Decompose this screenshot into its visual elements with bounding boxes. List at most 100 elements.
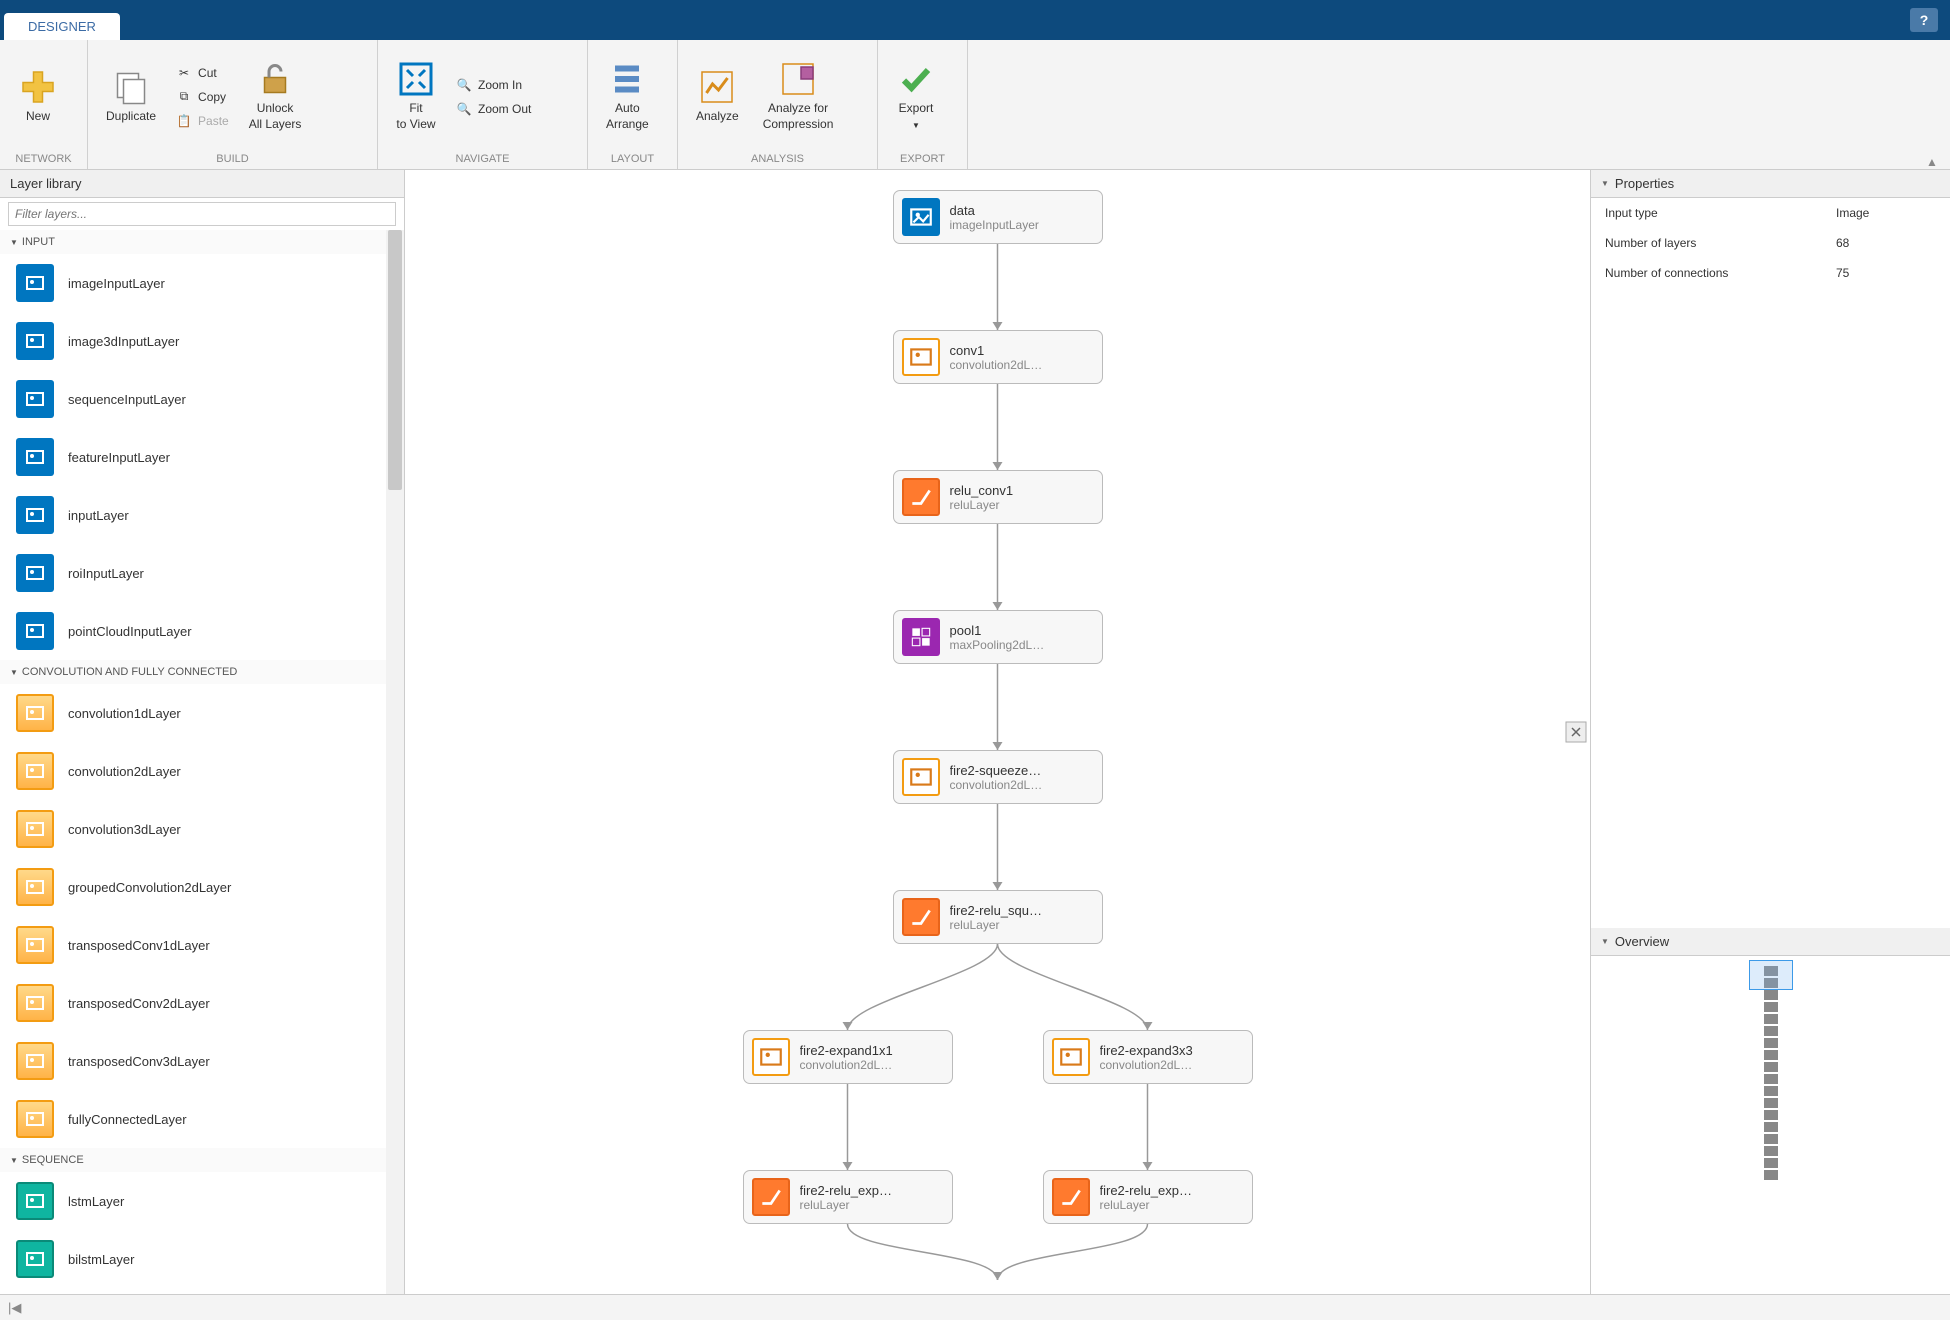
layer-icon xyxy=(16,752,54,790)
duplicate-button[interactable]: Duplicate xyxy=(96,65,166,129)
layer-library-panel: Layer library INPUTimageInputLayerimage3… xyxy=(0,170,405,1294)
scissors-icon: ✂ xyxy=(176,65,192,81)
layer-item[interactable]: convolution2dLayer xyxy=(0,742,404,800)
layer-icon xyxy=(16,554,54,592)
status-rewind-icon[interactable]: |◀ xyxy=(8,1300,21,1316)
properties-header[interactable]: Properties xyxy=(1591,170,1950,198)
layer-item[interactable]: sequenceInputLayer xyxy=(0,370,404,428)
layer-item-label: convolution1dLayer xyxy=(68,706,181,721)
check-icon xyxy=(898,61,934,97)
graph-node[interactable]: dataimageInputLayer xyxy=(893,190,1103,244)
copy-button[interactable]: ⧉ Copy xyxy=(170,86,235,108)
graph-node[interactable]: conv1convolution2dL… xyxy=(893,330,1103,384)
layer-icon xyxy=(16,868,54,906)
node-subtitle: convolution2dL… xyxy=(800,1058,893,1072)
layer-item[interactable]: featureInputLayer xyxy=(0,428,404,486)
graph-node[interactable]: fire2-expand3x3convolution2dL… xyxy=(1043,1030,1253,1084)
layer-item[interactable]: image3dInputLayer xyxy=(0,312,404,370)
layer-item[interactable]: bilstmLayer xyxy=(0,1230,404,1288)
graph-node[interactable]: fire2-relu_exp…reluLayer xyxy=(1043,1170,1253,1224)
graph-node[interactable]: fire2-expand1x1convolution2dL… xyxy=(743,1030,953,1084)
properties-body: Input typeImageNumber of layers68Number … xyxy=(1591,198,1950,928)
layer-icon xyxy=(16,1100,54,1138)
panel-expand-handle[interactable] xyxy=(1564,720,1588,744)
cut-button[interactable]: ✂ Cut xyxy=(170,62,235,84)
layer-item[interactable]: inputLayer xyxy=(0,486,404,544)
unlock-button[interactable]: Unlock All Layers xyxy=(239,57,312,136)
scrollbar-thumb[interactable] xyxy=(388,230,402,490)
property-row: Number of layers68 xyxy=(1591,228,1950,258)
layer-item-label: bilstmLayer xyxy=(68,1252,134,1267)
auto-arrange-button[interactable]: Auto Arrange xyxy=(596,57,659,136)
property-label: Number of layers xyxy=(1605,236,1836,250)
node-title: fire2-expand3x3 xyxy=(1100,1043,1193,1058)
layer-item-label: imageInputLayer xyxy=(68,276,165,291)
duplicate-icon xyxy=(113,69,149,105)
node-subtitle: reluLayer xyxy=(950,498,1014,512)
paste-button[interactable]: 📋 Paste xyxy=(170,110,235,132)
layer-section-header[interactable]: INPUT xyxy=(0,230,404,254)
layer-icon xyxy=(16,694,54,732)
node-title: relu_conv1 xyxy=(950,483,1014,498)
layer-item[interactable]: fullyConnectedLayer xyxy=(0,1090,404,1148)
tab-designer[interactable]: DESIGNER xyxy=(4,13,120,40)
fit-view-button[interactable]: Fit to View xyxy=(386,57,446,136)
relu-icon xyxy=(902,898,940,936)
network-canvas[interactable]: dataimageInputLayer conv1convolution2dL… r… xyxy=(405,170,1590,1294)
node-title: fire2-expand1x1 xyxy=(800,1043,893,1058)
analyze-button[interactable]: Analyze xyxy=(686,65,749,129)
filter-layers-input[interactable] xyxy=(8,202,396,226)
layer-item[interactable]: transposedConv3dLayer xyxy=(0,1032,404,1090)
conv-icon xyxy=(902,758,940,796)
relu-icon xyxy=(752,1178,790,1216)
node-title: fire2-squeeze… xyxy=(950,763,1043,778)
pool-icon xyxy=(902,618,940,656)
property-row: Input typeImage xyxy=(1591,198,1950,228)
layer-item-label: groupedConvolution2dLayer xyxy=(68,880,231,895)
relu-icon xyxy=(902,478,940,516)
layer-item[interactable]: pointCloudInputLayer xyxy=(0,602,404,660)
node-title: pool1 xyxy=(950,623,1045,638)
export-button[interactable]: Export▼ xyxy=(886,57,946,136)
analyze-compression-button[interactable]: Analyze for Compression xyxy=(753,57,844,136)
graph-node[interactable]: pool1maxPooling2dL… xyxy=(893,610,1103,664)
overview-body[interactable] xyxy=(1591,956,1950,1294)
graph-node[interactable]: fire2-squeeze…convolution2dL… xyxy=(893,750,1103,804)
zoom-in-button[interactable]: 🔍 Zoom In xyxy=(450,74,537,96)
ribbon-collapse-button[interactable]: ▲ xyxy=(1926,155,1942,167)
overview-minimap[interactable] xyxy=(1751,966,1791,1182)
scrollbar[interactable] xyxy=(386,230,404,1294)
new-button[interactable]: New xyxy=(8,65,68,129)
copy-icon: ⧉ xyxy=(176,89,192,105)
layer-item[interactable]: convolution1dLayer xyxy=(0,684,404,742)
layer-list[interactable]: INPUT imageInputLayer image3dInputLayerseq… xyxy=(0,230,404,1294)
layer-item[interactable]: convolution3dLayer xyxy=(0,800,404,858)
layer-icon xyxy=(16,496,54,534)
graph-node[interactable]: fire2-relu_exp…reluLayer xyxy=(743,1170,953,1224)
layer-item[interactable]: lstmLayer xyxy=(0,1172,404,1230)
layer-icon xyxy=(16,438,54,476)
analyze-compression-icon xyxy=(780,61,816,97)
properties-panel: Properties Input typeImageNumber of laye… xyxy=(1590,170,1950,1294)
graph-node[interactable]: fire2-relu_squ…reluLayer xyxy=(893,890,1103,944)
layer-item[interactable]: transposedConv1dLayer xyxy=(0,916,404,974)
node-subtitle: convolution2dL… xyxy=(950,778,1043,792)
layer-icon xyxy=(16,264,54,302)
layer-item[interactable]: groupedConvolution2dLayer xyxy=(0,858,404,916)
help-button[interactable]: ? xyxy=(1910,8,1938,32)
layer-section-header[interactable]: SEQUENCE xyxy=(0,1148,404,1172)
layer-item[interactable]: imageInputLayer xyxy=(0,254,404,312)
node-subtitle: maxPooling2dL… xyxy=(950,638,1045,652)
layer-item[interactable]: transposedConv2dLayer xyxy=(0,974,404,1032)
graph-node[interactable]: relu_conv1reluLayer xyxy=(893,470,1103,524)
overview-header[interactable]: Overview xyxy=(1591,928,1950,956)
layer-item[interactable]: roiInputLayer xyxy=(0,544,404,602)
layer-item-label: convolution3dLayer xyxy=(68,822,181,837)
node-title: fire2-relu_squ… xyxy=(950,903,1043,918)
title-bar: DESIGNER ? xyxy=(0,0,1950,40)
overview-viewport[interactable] xyxy=(1749,960,1793,990)
node-subtitle: reluLayer xyxy=(1100,1198,1193,1212)
layer-icon xyxy=(16,612,54,650)
layer-section-header[interactable]: CONVOLUTION AND FULLY CONNECTED xyxy=(0,660,404,684)
zoom-out-button[interactable]: 🔍 Zoom Out xyxy=(450,98,537,120)
